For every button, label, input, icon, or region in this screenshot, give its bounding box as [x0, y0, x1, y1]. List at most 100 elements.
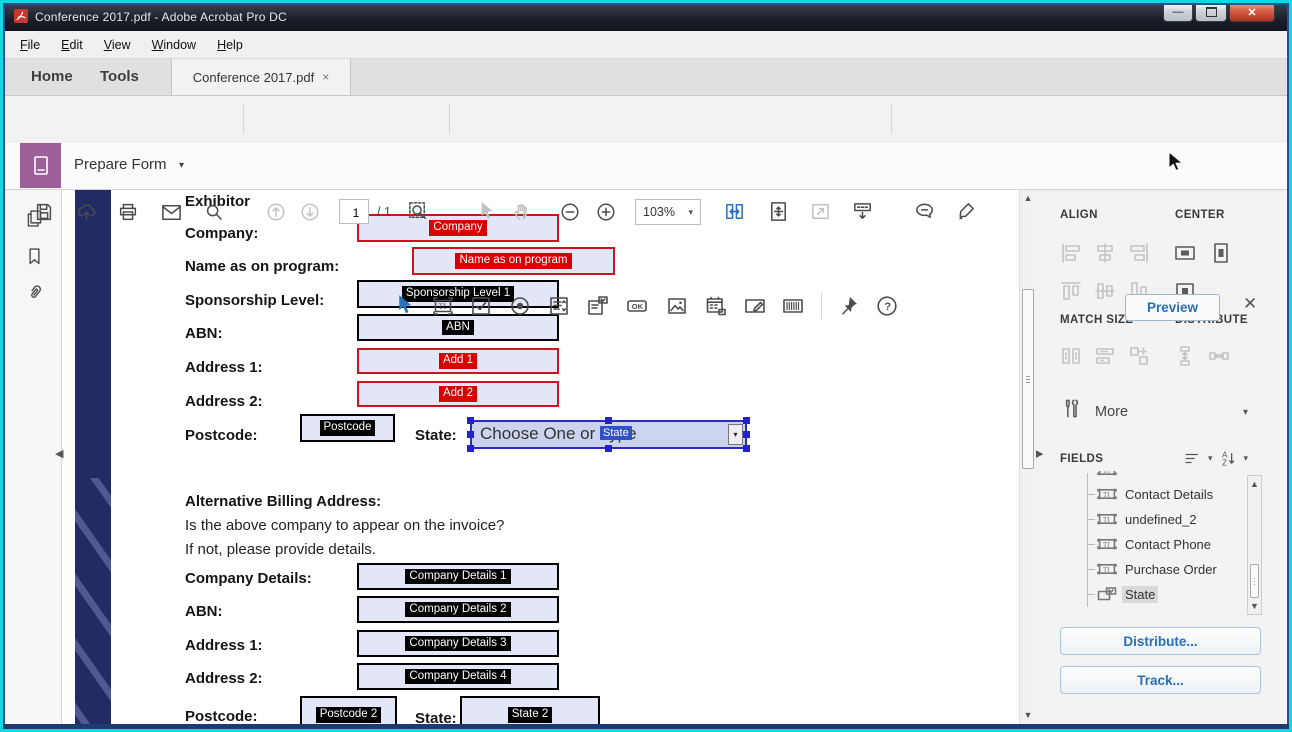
- tab-home[interactable]: Home: [31, 68, 73, 85]
- sort-alpha-caret-icon[interactable]: ▾: [1244, 453, 1249, 464]
- form-field-company-details-1[interactable]: Company Details 1: [357, 563, 559, 590]
- field-list-item[interactable]: Purchase Order: [1079, 558, 1220, 580]
- form-help-icon[interactable]: [875, 294, 899, 318]
- fields-list-scrollbar[interactable]: ▲ ▼: [1247, 475, 1262, 615]
- menu-help[interactable]: Help: [217, 38, 243, 52]
- form-field-company-details-4[interactable]: Company Details 4: [357, 663, 559, 690]
- field-list-item[interactable]: Contact Details: [1079, 483, 1216, 505]
- match-both-icon[interactable]: [1127, 344, 1151, 368]
- list-scroll-up-icon[interactable]: ▲: [1248, 479, 1261, 489]
- form-field-company-details-2[interactable]: Company Details 2: [357, 596, 559, 623]
- next-page-icon[interactable]: [299, 201, 321, 223]
- previous-page-icon[interactable]: [265, 201, 287, 223]
- menu-window[interactable]: Window: [152, 38, 196, 52]
- form-field-company-details-3[interactable]: Company Details 3: [357, 630, 559, 657]
- hand-tool-icon[interactable]: [511, 200, 534, 223]
- scrollbar-thumb[interactable]: [1022, 289, 1034, 469]
- select-tool-icon[interactable]: [475, 200, 498, 223]
- upload-cloud-icon[interactable]: [75, 200, 98, 223]
- minimize-button[interactable]: —: [1163, 3, 1193, 22]
- checkbox-tool-icon[interactable]: [469, 294, 493, 318]
- form-field-abn[interactable]: ABN: [357, 314, 559, 341]
- print-icon[interactable]: [117, 201, 139, 223]
- tab-document[interactable]: Conference 2017.pdf ×: [171, 59, 351, 95]
- form-field-state-2[interactable]: State 2: [460, 696, 600, 724]
- form-field-name-on-program[interactable]: Name as on program: [412, 247, 615, 275]
- sort-order-icon[interactable]: [1183, 449, 1202, 468]
- field-list-item[interactable]: undefined_2: [1079, 508, 1200, 530]
- read-mode-icon[interactable]: [851, 200, 874, 223]
- form-field-address-2[interactable]: Add 2: [357, 381, 559, 407]
- zoom-level-select[interactable]: 103% ▾: [635, 199, 701, 225]
- keep-tool-selected-pin-icon[interactable]: [836, 294, 860, 318]
- menu-edit[interactable]: Edit: [61, 38, 83, 52]
- distribute-button[interactable]: Distribute...: [1060, 627, 1261, 655]
- fullscreen-icon[interactable]: [809, 200, 832, 223]
- align-right-icon[interactable]: [1127, 241, 1151, 265]
- comment-icon[interactable]: [913, 200, 936, 223]
- distribute-horizontal-icon[interactable]: [1207, 344, 1231, 368]
- sort-order-caret-icon[interactable]: ▾: [1208, 453, 1213, 464]
- scroll-up-icon[interactable]: ▲: [1020, 193, 1036, 203]
- align-left-icon[interactable]: [1059, 241, 1083, 265]
- sort-alpha-icon[interactable]: [1219, 449, 1238, 468]
- state-dropdown-arrow[interactable]: ▾: [728, 424, 743, 445]
- track-button[interactable]: Track...: [1060, 666, 1261, 694]
- field-list-item[interactable]: Contact Phone: [1079, 533, 1214, 555]
- attachments-icon[interactable]: [24, 282, 45, 303]
- scroll-down-icon[interactable]: ▼: [1020, 710, 1036, 720]
- signature-field-tool-icon[interactable]: [743, 294, 767, 318]
- menu-file[interactable]: File: [20, 38, 40, 52]
- menu-view[interactable]: View: [104, 38, 131, 52]
- document-scrollbar[interactable]: ▲ ▼: [1019, 189, 1036, 724]
- save-icon[interactable]: [33, 201, 55, 223]
- center-horizontal-icon[interactable]: [1173, 241, 1197, 265]
- zoom-out-icon[interactable]: [559, 201, 581, 223]
- image-field-tool-icon[interactable]: [665, 294, 689, 318]
- search-icon[interactable]: [203, 201, 225, 223]
- align-center-icon[interactable]: [1093, 241, 1117, 265]
- align-top-icon[interactable]: [1059, 279, 1083, 303]
- form-field-postcode[interactable]: Postcode: [300, 414, 395, 442]
- tab-tools[interactable]: Tools: [100, 68, 139, 85]
- close-prepare-form-icon[interactable]: ✕: [1243, 294, 1257, 314]
- highlighter-icon[interactable]: [955, 200, 978, 223]
- scrolling-mode-icon[interactable]: [723, 200, 746, 223]
- more-label[interactable]: More: [1095, 404, 1128, 420]
- maximize-button[interactable]: [1195, 3, 1227, 22]
- fit-page-icon[interactable]: [767, 200, 790, 223]
- bookmarks-icon[interactable]: [24, 246, 45, 267]
- prepare-form-title[interactable]: Prepare Form: [74, 156, 167, 173]
- more-tools-icon[interactable]: [1059, 397, 1082, 420]
- text-field-tool-icon[interactable]: [431, 294, 455, 318]
- list-scroll-down-icon[interactable]: ▼: [1248, 601, 1261, 611]
- button-tool-icon[interactable]: [625, 294, 649, 318]
- match-height-icon[interactable]: [1093, 344, 1117, 368]
- dropdown-tool-icon[interactable]: [586, 294, 610, 318]
- match-width-icon[interactable]: [1059, 344, 1083, 368]
- expand-right-pane-icon[interactable]: ▶: [1035, 447, 1043, 460]
- tab-close-icon[interactable]: ×: [322, 70, 329, 84]
- form-field-state-dropdown[interactable]: Choose One or Type State ▾: [470, 420, 747, 449]
- preview-button[interactable]: Preview: [1125, 294, 1220, 321]
- page-number-input[interactable]: [340, 200, 372, 225]
- form-field-postcode-2[interactable]: Postcode 2: [300, 696, 397, 724]
- more-caret-icon[interactable]: ▾: [1243, 407, 1248, 418]
- zoom-in-icon[interactable]: [595, 201, 617, 223]
- email-icon[interactable]: [160, 201, 183, 224]
- align-middle-icon[interactable]: [1093, 279, 1117, 303]
- form-field-address-1[interactable]: Add 1: [357, 348, 559, 374]
- marquee-zoom-icon[interactable]: [407, 200, 430, 223]
- center-vertical-icon[interactable]: [1209, 241, 1233, 265]
- barcode-tool-icon[interactable]: [781, 294, 805, 318]
- collapse-left-pane-icon[interactable]: ◀: [55, 447, 63, 460]
- field-list-item-state[interactable]: State: [1079, 583, 1158, 605]
- field-list-item-partial[interactable]: [1079, 471, 1122, 481]
- form-select-tool-icon[interactable]: [392, 293, 417, 318]
- close-window-button[interactable]: ✕: [1229, 3, 1275, 22]
- list-scrollbar-thumb[interactable]: [1250, 564, 1259, 598]
- list-box-tool-icon[interactable]: [547, 294, 571, 318]
- date-field-tool-icon[interactable]: [704, 294, 728, 318]
- radio-button-tool-icon[interactable]: [508, 294, 532, 318]
- distribute-vertical-icon[interactable]: [1173, 344, 1197, 368]
